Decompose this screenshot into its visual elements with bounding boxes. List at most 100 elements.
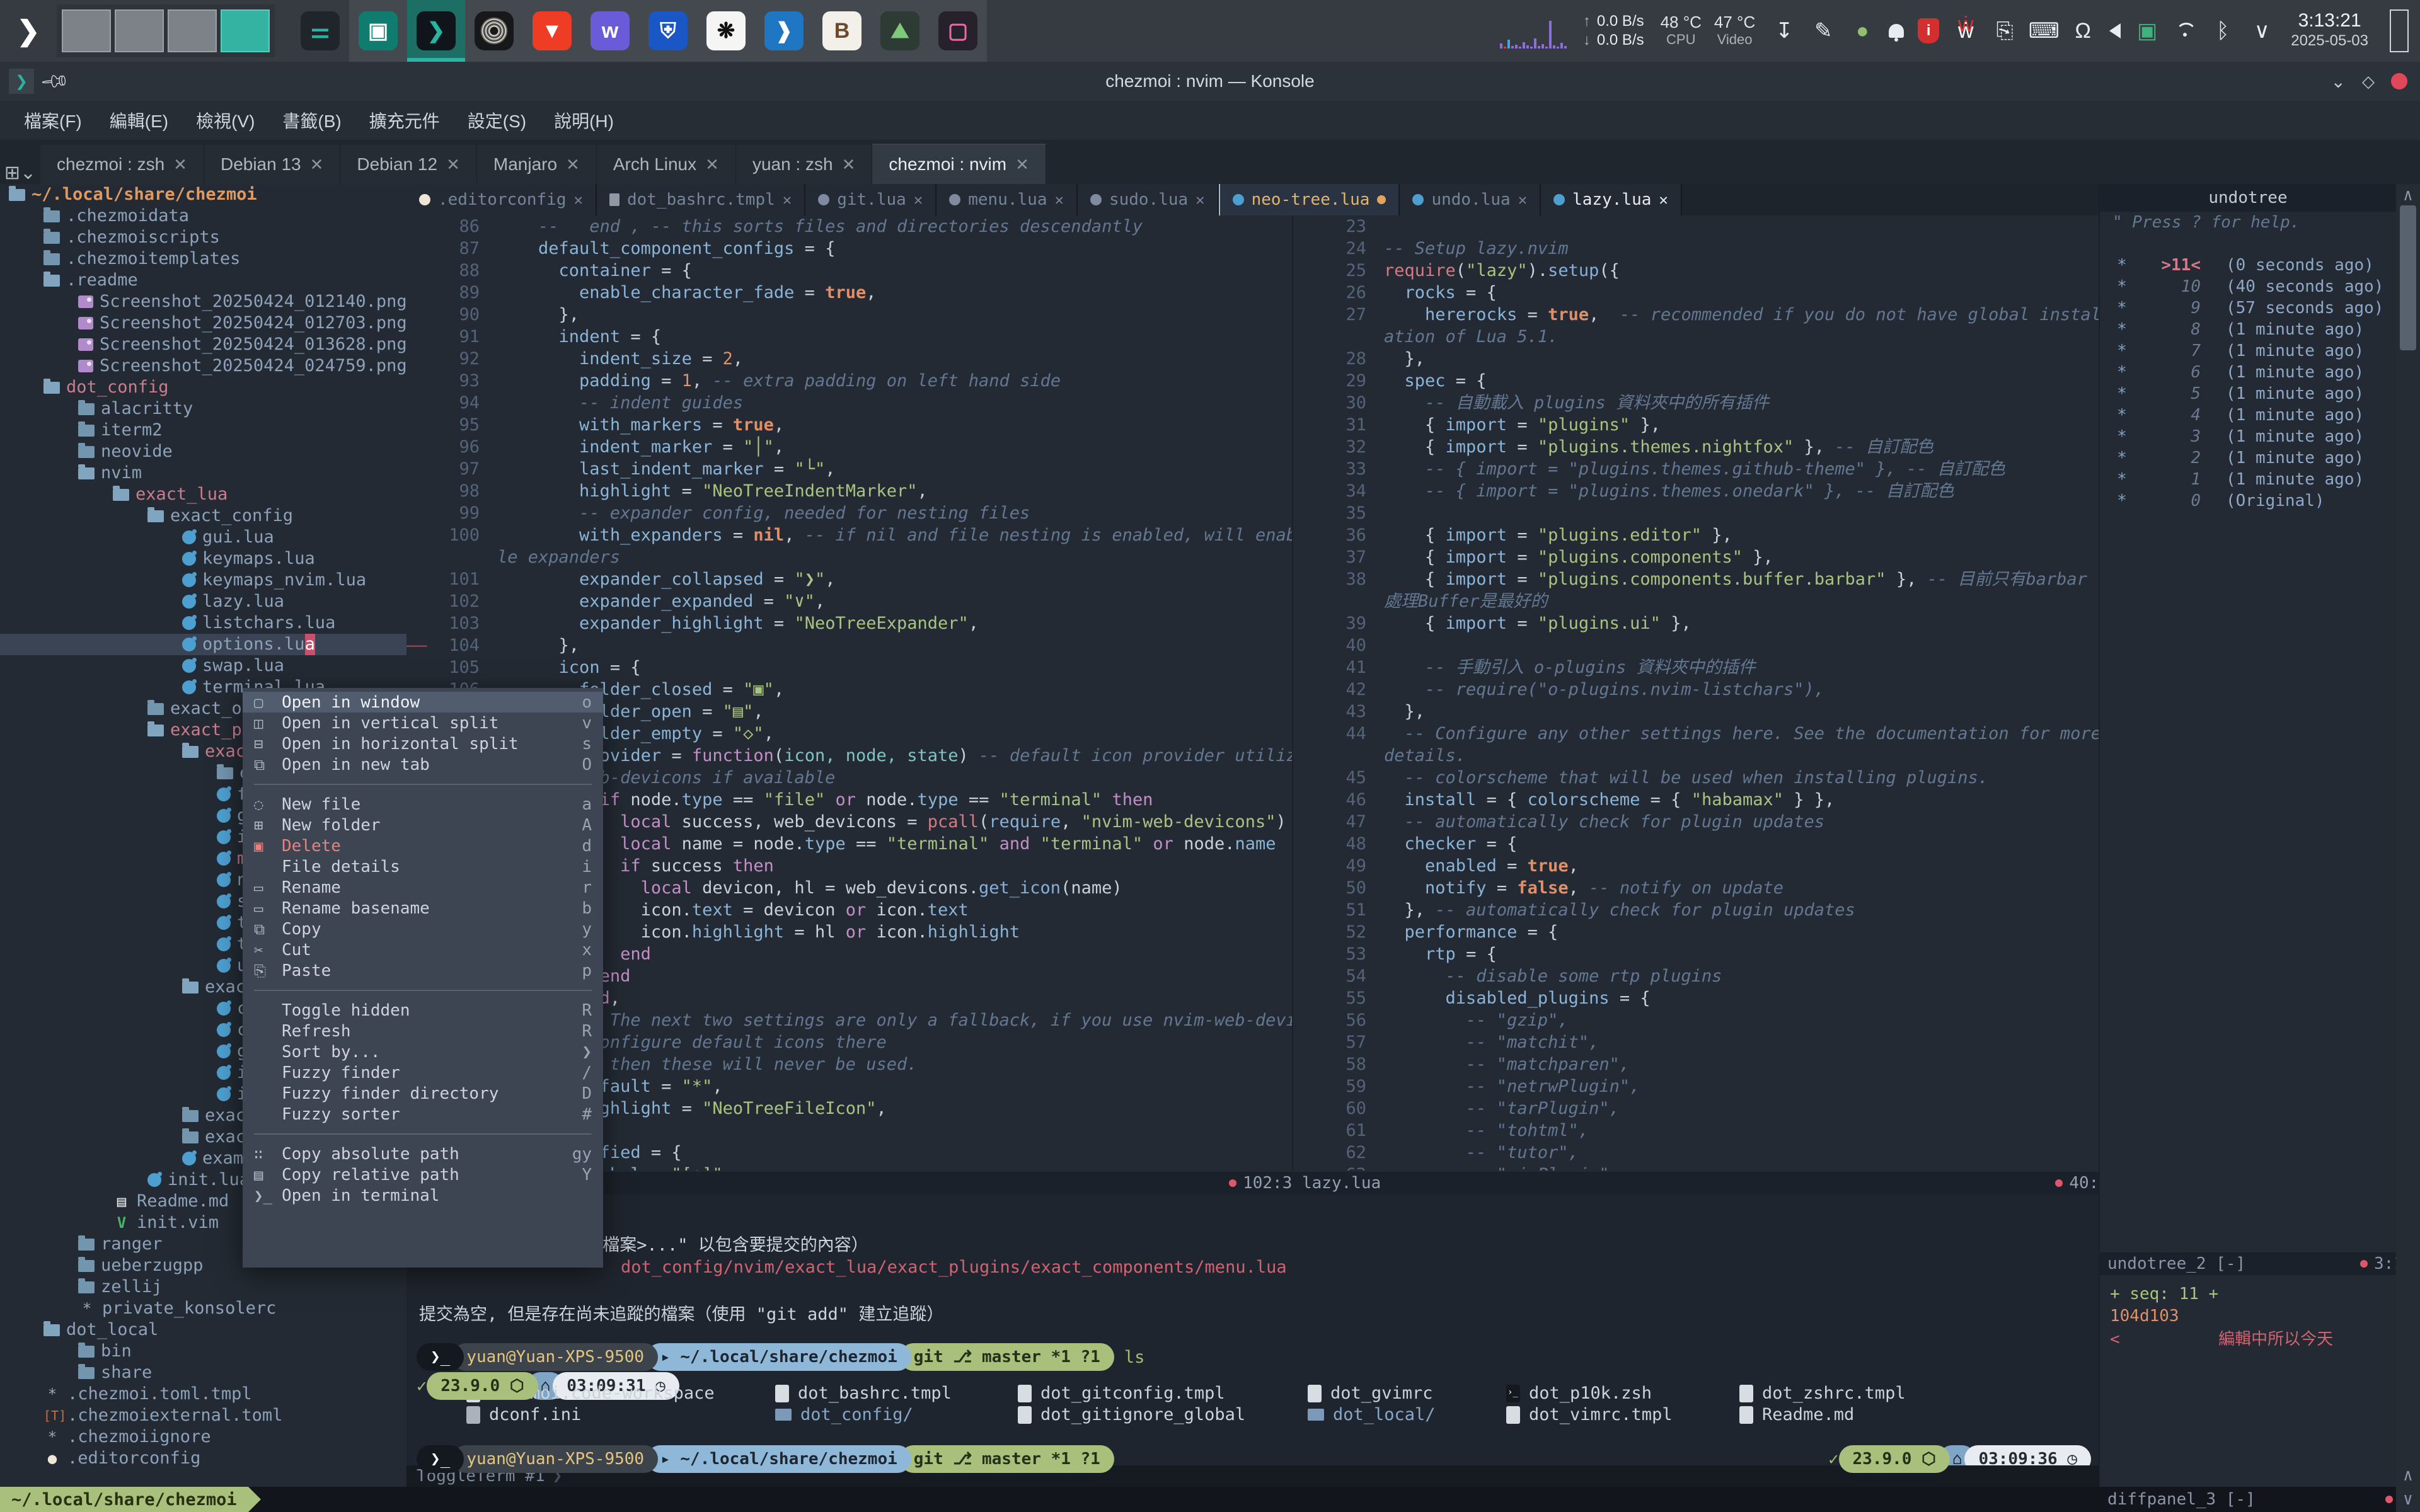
buffer-tab-git.lua[interactable]: git.lua✕	[805, 184, 936, 215]
tree-item-keymaps.lua[interactable]: keymaps.lua	[0, 548, 406, 570]
undotree-entry-3[interactable]: *3(1 minute ago)	[2100, 426, 2396, 447]
menu-item-fuzzy-sorter[interactable]: Fuzzy sorter#	[243, 1104, 603, 1125]
scroll-down-icon[interactable]: ∨	[2396, 1488, 2420, 1511]
undotree-entry-1[interactable]: *1(1 minute ago)	[2100, 469, 2396, 490]
tree-item-Screenshot_20250424_012140.png[interactable]: Screenshot_20250424_012140.png	[0, 291, 406, 312]
pin-icon[interactable]: 📌︎	[38, 65, 71, 97]
menu-item-copy[interactable]: ⧉Copyy	[243, 919, 603, 939]
dbeaver-icon[interactable]: B	[813, 0, 871, 62]
bluetooth-icon[interactable]: ᛒ	[2210, 16, 2235, 46]
undotree-entry-10[interactable]: *10(40 seconds ago)	[2100, 276, 2396, 297]
window-titlebar[interactable]: ❯ 📌︎ chezmoi : nvim — Konsole ⌄ ◇	[0, 62, 2420, 101]
buffer-tab-neo-tree.lua[interactable]: neo-tree.lua	[1219, 184, 1400, 215]
tree-item-.chezmoiignore[interactable]: *.chezmoiignore	[0, 1426, 406, 1448]
notifications-bell-icon[interactable]	[1889, 24, 1904, 38]
chatgpt-icon[interactable]: ❋	[697, 0, 755, 62]
show-desktop-button[interactable]	[2390, 9, 2409, 52]
ls-item-dot_bashrc.tmpl[interactable]: dot_bashrc.tmpl	[775, 1383, 952, 1403]
menu-item-open-in-horizontal-split[interactable]: ⊟Open in horizontal splits	[243, 733, 603, 754]
tree-item-lazy.lua[interactable]: lazy.lua	[0, 591, 406, 612]
ls-item-Readme.md[interactable]: Readme.md	[1739, 1405, 1854, 1424]
ls-item-dot_gitignore_global[interactable]: dot_gitignore_global	[1018, 1405, 1245, 1424]
editor-lazy-lua[interactable]: 2324-- Setup lazy.nvim25require("lazy").…	[1292, 215, 2100, 1171]
tree-item-nvim[interactable]: nvim	[0, 462, 406, 484]
undotree-entry-7[interactable]: *7(1 minute ago)	[2100, 340, 2396, 362]
clock-widget[interactable]: 3:13:212025-05-03	[2291, 11, 2368, 51]
menu-item-sort-by-[interactable]: Sort by...❯	[243, 1041, 603, 1062]
konsole-tab-5[interactable]: yuan : zsh✕	[736, 145, 872, 184]
undotree-entry-5[interactable]: *5(1 minute ago)	[2100, 383, 2396, 404]
menu-item-cut[interactable]: ✂Cutx	[243, 939, 603, 960]
tree-item-exact_lua[interactable]: exact_lua	[0, 484, 406, 505]
maximize-icon[interactable]: ◇	[2362, 72, 2375, 91]
mountain-app-icon[interactable]: ⛰	[871, 0, 929, 62]
close-icon[interactable]	[2391, 73, 2407, 89]
menu-item-fuzzy-finder[interactable]: Fuzzy finder/	[243, 1062, 603, 1083]
undotree-entry-11[interactable]: *>11<(0 seconds ago)	[2100, 255, 2396, 276]
menu-item-open-in-window[interactable]: ▢Open in windowo	[243, 692, 603, 713]
menubar-item-5[interactable]: 設定(S)	[456, 103, 538, 138]
cashew-tray-icon[interactable]: ▣	[2135, 16, 2160, 46]
tree-item-options.lu[interactable]: options.lua	[0, 634, 406, 655]
menu-item-new-folder[interactable]: ⊞New folderA	[243, 815, 603, 835]
tree-item-alacritty[interactable]: alacritty	[0, 398, 406, 420]
tree-item-~/.local/share/chezmoi[interactable]: ~/.local/share/chezmoi	[0, 184, 406, 205]
konsole-terminal-icon[interactable]: ❯	[407, 0, 465, 62]
clipboard-icon[interactable]: ⎘	[1992, 16, 2017, 46]
tray-expand-chevron-icon[interactable]: ∨	[2249, 16, 2274, 46]
virtual-desktop-3[interactable]	[168, 9, 217, 52]
tree-item-.chezmoiexternal.toml[interactable]: [T].chezmoiexternal.toml	[0, 1405, 406, 1426]
undotree-entry-8[interactable]: *8(1 minute ago)	[2100, 319, 2396, 340]
tree-item-gui.lua[interactable]: gui.lua	[0, 527, 406, 548]
undotree-entry-2[interactable]: *2(1 minute ago)	[2100, 447, 2396, 469]
menubar-item-2[interactable]: 檢視(V)	[185, 103, 266, 138]
wifi-icon[interactable]	[2174, 23, 2196, 39]
scroll-up-icon[interactable]: ∧	[2396, 184, 2420, 207]
tree-item-listchars.lua[interactable]: listchars.lua	[0, 612, 406, 634]
temperature-widget[interactable]: 48 °CCPU 47 °CVideo	[1661, 13, 1756, 49]
menubar-item-1[interactable]: 編輯(E)	[98, 103, 180, 138]
ls-item-dot_vimrc.tmpl[interactable]: dot_vimrc.tmpl	[1506, 1405, 1673, 1424]
menu-item-refresh[interactable]: RefreshR	[243, 1021, 603, 1041]
menubar-item-3[interactable]: 書籤(B)	[271, 103, 352, 138]
toggleterm-terminal[interactable]: <檔案>..." 以包含要提交的內容）dot_config/nvim/exact…	[406, 1194, 2099, 1465]
vscode-icon[interactable]: ❱	[755, 0, 813, 62]
tree-item-.chezmoi.toml.tmpl[interactable]: *.chezmoi.toml.tmpl	[0, 1383, 406, 1405]
menu-item-open-in-vertical-split[interactable]: ◫Open in vertical splitv	[243, 713, 603, 733]
tree-item-Screenshot_20250424_012703.png[interactable]: Screenshot_20250424_012703.png	[0, 312, 406, 334]
tree-item-zellij[interactable]: zellij	[0, 1276, 406, 1298]
tree-item-neovide[interactable]: neovide	[0, 441, 406, 462]
virtual-desktop-pager[interactable]	[57, 4, 275, 57]
tree-item-private_konsolerc[interactable]: *private_konsolerc	[0, 1298, 406, 1319]
menubar-item-6[interactable]: 說明(H)	[543, 103, 625, 138]
ls-item-dot_gvimrc[interactable]: dot_gvimrc	[1308, 1383, 1433, 1403]
color-picker-icon[interactable]: ✎	[1811, 16, 1836, 46]
volume-icon[interactable]	[2109, 23, 2121, 38]
virtual-desktop-1[interactable]	[62, 9, 111, 52]
tree-item-.readme[interactable]: .readme	[0, 270, 406, 291]
tree-item-dot_local[interactable]: dot_local	[0, 1319, 406, 1341]
download-icon[interactable]: ↧	[1772, 16, 1797, 46]
tree-item-.editorconfig[interactable]: ●.editorconfig	[0, 1448, 406, 1469]
tree-item-share[interactable]: share	[0, 1362, 406, 1383]
spectacle-screenshot-icon[interactable]: ▢	[929, 0, 987, 62]
tree-item-.chezmoitemplates[interactable]: .chezmoitemplates	[0, 248, 406, 270]
menu-item-rename-basename[interactable]: ▭Rename basenameb	[243, 898, 603, 919]
tree-item-Screenshot_20250424_013628.png[interactable]: Screenshot_20250424_013628.png	[0, 334, 406, 355]
green-status-icon[interactable]: ●	[1850, 16, 1875, 46]
tree-item-exact_config[interactable]: exact_config	[0, 505, 406, 527]
new-tab-button[interactable]: ⊞⌄	[0, 162, 40, 184]
virtual-desktop-2[interactable]	[115, 9, 164, 52]
keyboard-icon[interactable]: ⌨	[2031, 16, 2056, 46]
scroll-up2-icon[interactable]: ∧	[2396, 1464, 2420, 1487]
menubar-item-4[interactable]: 擴充元件	[358, 103, 451, 138]
menu-item-copy-relative-path[interactable]: ▤Copy relative pathY	[243, 1164, 603, 1185]
tree-item-dot_config[interactable]: dot_config	[0, 377, 406, 398]
scrollbar-thumb[interactable]	[2400, 205, 2416, 350]
undotree-entry-9[interactable]: *9(57 seconds ago)	[2100, 297, 2396, 319]
konsole-tab-4[interactable]: Arch Linux✕	[597, 145, 736, 184]
menu-item-toggle-hidden[interactable]: Toggle hiddenR	[243, 1000, 603, 1021]
dolphin-file-manager-icon[interactable]: ▣	[349, 0, 407, 62]
shield-alert-icon[interactable]: i	[1918, 18, 1939, 43]
app-launcher-icon[interactable]: ❯	[0, 0, 57, 62]
